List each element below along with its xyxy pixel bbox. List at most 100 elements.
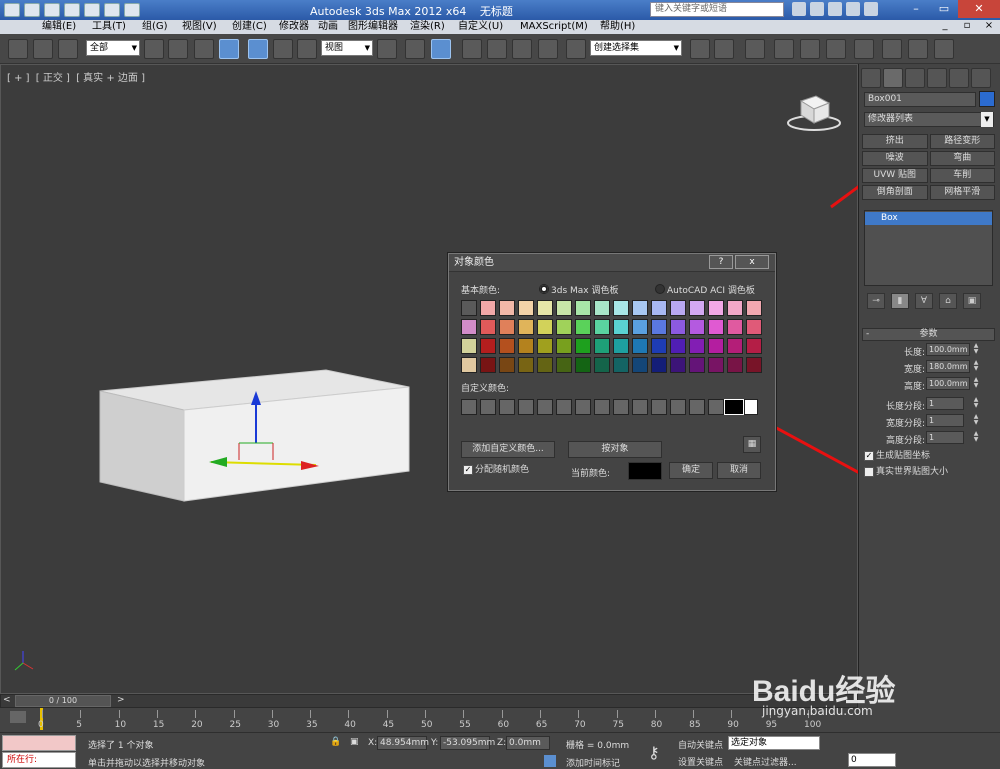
viewcube[interactable] xyxy=(787,95,841,131)
key-icon[interactable]: ⚷ xyxy=(648,743,660,762)
param-length-input[interactable]: 100.0mm xyxy=(926,343,970,356)
doc-close-icon[interactable]: × xyxy=(978,20,1000,34)
color-swatch[interactable] xyxy=(537,300,553,316)
doc-minimize-icon[interactable]: _ xyxy=(934,20,956,34)
menu-tools[interactable]: 工具(T) xyxy=(92,20,126,34)
x-coordinate[interactable]: 48.954mm xyxy=(377,736,429,750)
by-object-button[interactable]: 按对象 xyxy=(568,441,662,458)
dialog-close-button[interactable]: x xyxy=(735,255,769,269)
redo-icon[interactable] xyxy=(104,3,120,17)
color-swatch[interactable] xyxy=(689,357,705,373)
color-swatch[interactable] xyxy=(613,300,629,316)
color-swatch[interactable] xyxy=(461,319,477,335)
color-swatch[interactable] xyxy=(518,357,534,373)
color-swatch[interactable] xyxy=(556,338,572,354)
stack-item-box[interactable]: Box xyxy=(865,212,992,225)
custom-color-swatch[interactable] xyxy=(708,399,724,415)
gen-uv-checkbox[interactable]: ✓ 生成贴图坐标 xyxy=(862,450,995,464)
material-editor-icon[interactable] xyxy=(854,39,874,59)
color-swatch[interactable] xyxy=(746,357,762,373)
auto-key-button[interactable]: 自动关键点 xyxy=(678,738,723,751)
utilities-tab-icon[interactable] xyxy=(971,68,991,88)
time-prev-icon[interactable]: < xyxy=(3,695,11,705)
modifier-uvw-button[interactable]: UVW 贴图 xyxy=(862,168,928,183)
remove-modifier-icon[interactable]: ⌂ xyxy=(939,293,957,309)
param-length-segs-spinner[interactable]: ▲ ▼ xyxy=(972,397,980,410)
custom-color-swatch[interactable] xyxy=(518,399,534,415)
modifier-stack[interactable]: Box xyxy=(864,210,993,286)
modifier-pathdeform-button[interactable]: 路径变形 xyxy=(929,134,995,149)
mirror-icon[interactable] xyxy=(690,39,710,59)
color-swatch[interactable] xyxy=(556,357,572,373)
custom-color-swatch[interactable] xyxy=(594,399,610,415)
new-file-icon[interactable] xyxy=(24,3,40,17)
menu-edit[interactable]: 编辑(E) xyxy=(42,20,76,34)
color-swatch[interactable] xyxy=(575,338,591,354)
show-end-result-icon[interactable]: ▮ xyxy=(891,293,909,309)
key-filters-button[interactable]: 关键点过滤器... xyxy=(734,755,797,768)
param-width-input[interactable]: 180.0mm xyxy=(926,360,970,373)
color-swatch[interactable] xyxy=(537,319,553,335)
color-swatch[interactable] xyxy=(708,338,724,354)
rendered-frame-icon[interactable] xyxy=(908,39,928,59)
snaps-toggle-icon[interactable] xyxy=(462,39,482,59)
color-swatch[interactable] xyxy=(499,357,515,373)
project-folder-icon[interactable] xyxy=(124,3,140,17)
color-swatch[interactable] xyxy=(613,338,629,354)
angle-snap-icon[interactable] xyxy=(487,39,507,59)
ref-coord-dropdown[interactable]: 视图 xyxy=(321,40,373,56)
parameters-rollout-header[interactable]: - 参数 xyxy=(862,328,995,341)
assign-random-checkbox[interactable]: ✓ 分配随机颜色 xyxy=(461,464,529,478)
color-swatch[interactable] xyxy=(461,338,477,354)
modifier-noise-button[interactable]: 噪波 xyxy=(862,151,928,166)
unlink-icon[interactable] xyxy=(33,39,53,59)
time-slider[interactable]: 0 / 100 < > xyxy=(0,694,858,708)
select-and-move-icon[interactable] xyxy=(248,39,268,59)
real-world-checkbox[interactable]: 真实世界贴图大小 xyxy=(862,466,995,480)
color-swatch[interactable] xyxy=(537,338,553,354)
time-next-icon[interactable]: > xyxy=(117,695,125,705)
help-icon[interactable] xyxy=(864,2,878,16)
color-swatch[interactable] xyxy=(746,319,762,335)
menu-create[interactable]: 创建(C) xyxy=(232,20,267,34)
color-swatch[interactable] xyxy=(651,338,667,354)
color-swatch[interactable] xyxy=(670,338,686,354)
add-time-tag[interactable]: 添加时间标记 xyxy=(566,756,620,769)
color-swatch[interactable] xyxy=(727,338,743,354)
menu-modifiers[interactable]: 修改器 xyxy=(279,20,309,34)
color-swatch[interactable] xyxy=(651,357,667,373)
select-object-icon[interactable] xyxy=(144,39,164,59)
menu-rendering[interactable]: 渲染(R) xyxy=(410,20,445,34)
color-swatch[interactable] xyxy=(594,300,610,316)
spinner-snap-icon[interactable] xyxy=(538,39,558,59)
color-swatch[interactable] xyxy=(499,319,515,335)
named-selection-dropdown[interactable]: 创建选择集 xyxy=(590,40,682,56)
custom-color-swatch[interactable] xyxy=(651,399,667,415)
open-file-icon[interactable] xyxy=(44,3,60,17)
maxscript-listener[interactable] xyxy=(2,735,76,751)
color-swatch[interactable] xyxy=(746,300,762,316)
menu-animation[interactable]: 动画 xyxy=(318,20,338,34)
custom-color-swatch[interactable] xyxy=(537,399,553,415)
doc-restore-icon[interactable]: ▫ xyxy=(956,20,978,34)
param-height-segs-input[interactable]: 1 xyxy=(926,431,964,444)
color-swatch[interactable] xyxy=(613,357,629,373)
lock-icon[interactable]: 🔒 xyxy=(330,737,341,747)
palette-acad-radio[interactable]: AutoCAD ACI 调色板 xyxy=(655,283,755,296)
color-swatch[interactable] xyxy=(537,357,553,373)
maximize-button[interactable]: ▭ xyxy=(930,0,958,18)
align-icon[interactable] xyxy=(714,39,734,59)
set-key-button[interactable]: 设置关键点 xyxy=(678,755,723,768)
absolute-mode-icon[interactable]: ▣ xyxy=(350,737,359,747)
palette-3dsmax-radio[interactable]: 3ds Max 调色板 xyxy=(539,283,618,296)
param-height-segs-spinner[interactable]: ▲ ▼ xyxy=(972,431,980,444)
time-tag-icon[interactable] xyxy=(544,755,556,767)
basic-color-swatches[interactable] xyxy=(461,300,762,373)
select-by-name-icon[interactable] xyxy=(168,39,188,59)
color-swatch[interactable] xyxy=(670,319,686,335)
binoculars-icon[interactable] xyxy=(792,2,806,16)
undo-icon[interactable] xyxy=(84,3,100,17)
object-name-field[interactable]: Box001 xyxy=(864,92,976,107)
modifier-meshsmooth-button[interactable]: 网格平滑 xyxy=(929,185,995,200)
color-swatch[interactable] xyxy=(689,300,705,316)
